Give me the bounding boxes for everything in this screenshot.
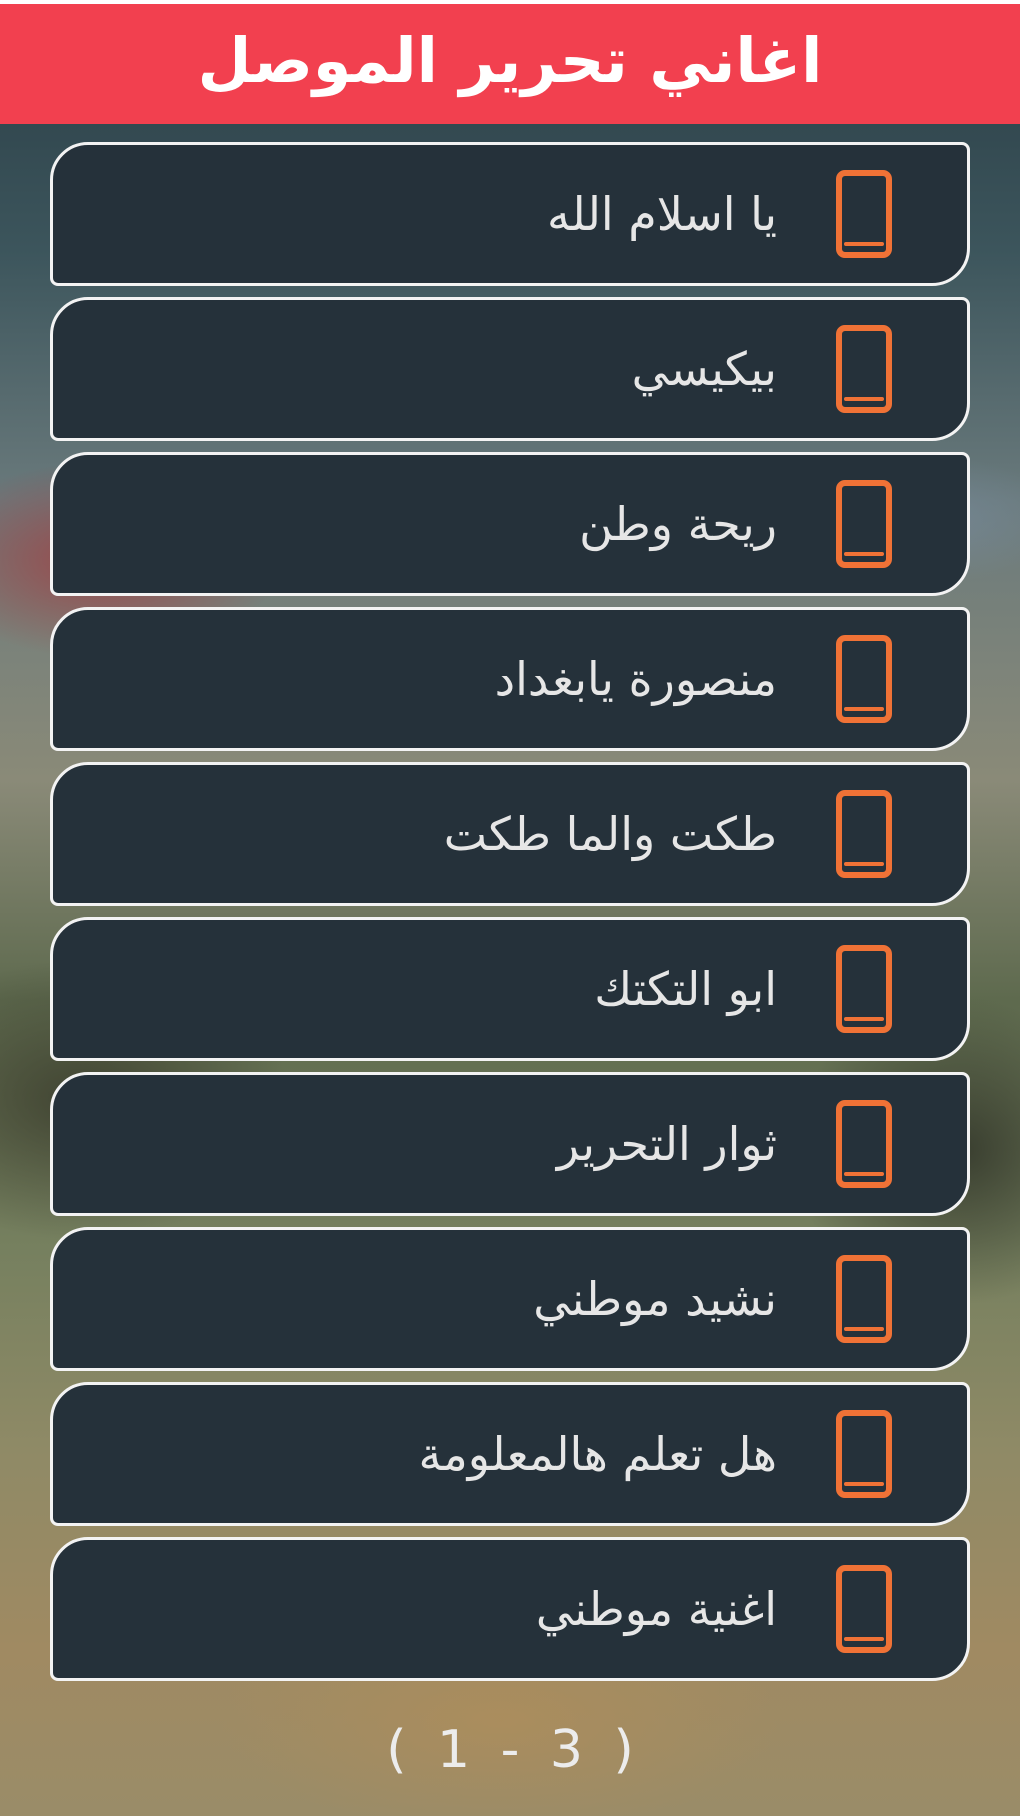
song-title: اغنية موطني xyxy=(535,1582,777,1636)
pagination-indicator: ( 1 - 3 ) xyxy=(386,1720,634,1780)
smartphone-icon xyxy=(836,480,892,568)
song-title: هل تعلم هالمعلومة xyxy=(418,1427,777,1481)
song-item[interactable]: منصورة يابغداد xyxy=(50,607,970,751)
song-title: ابو التكتك xyxy=(594,962,777,1016)
smartphone-icon xyxy=(836,1255,892,1343)
app-header: اغاني تحرير الموصل xyxy=(0,0,1020,124)
smartphone-icon xyxy=(836,170,892,258)
song-title: منصورة يابغداد xyxy=(494,652,777,706)
song-item[interactable]: نشيد موطني xyxy=(50,1227,970,1371)
smartphone-icon xyxy=(836,1410,892,1498)
song-list: يا اسلام الله بيكيسي ريحة وطن منصورة ياب… xyxy=(50,142,970,1692)
song-item[interactable]: طكت والما طكت xyxy=(50,762,970,906)
smartphone-icon xyxy=(836,635,892,723)
song-title: ريحة وطن xyxy=(579,497,777,551)
song-title: يا اسلام الله xyxy=(547,187,777,241)
smartphone-icon xyxy=(836,1565,892,1653)
song-item[interactable]: ريحة وطن xyxy=(50,452,970,596)
song-item[interactable]: ثوار التحرير xyxy=(50,1072,970,1216)
song-item[interactable]: اغنية موطني xyxy=(50,1537,970,1681)
song-title: نشيد موطني xyxy=(533,1272,777,1326)
smartphone-icon xyxy=(836,790,892,878)
song-title: ثوار التحرير xyxy=(556,1117,777,1171)
song-title: طكت والما طكت xyxy=(443,807,777,861)
page-title: اغاني تحرير الموصل xyxy=(197,23,823,97)
smartphone-icon xyxy=(836,1100,892,1188)
song-item[interactable]: بيكيسي xyxy=(50,297,970,441)
smartphone-icon xyxy=(836,325,892,413)
song-item[interactable]: يا اسلام الله xyxy=(50,142,970,286)
song-item[interactable]: هل تعلم هالمعلومة xyxy=(50,1382,970,1526)
song-item[interactable]: ابو التكتك xyxy=(50,917,970,1061)
song-title: بيكيسي xyxy=(631,342,777,396)
smartphone-icon xyxy=(836,945,892,1033)
